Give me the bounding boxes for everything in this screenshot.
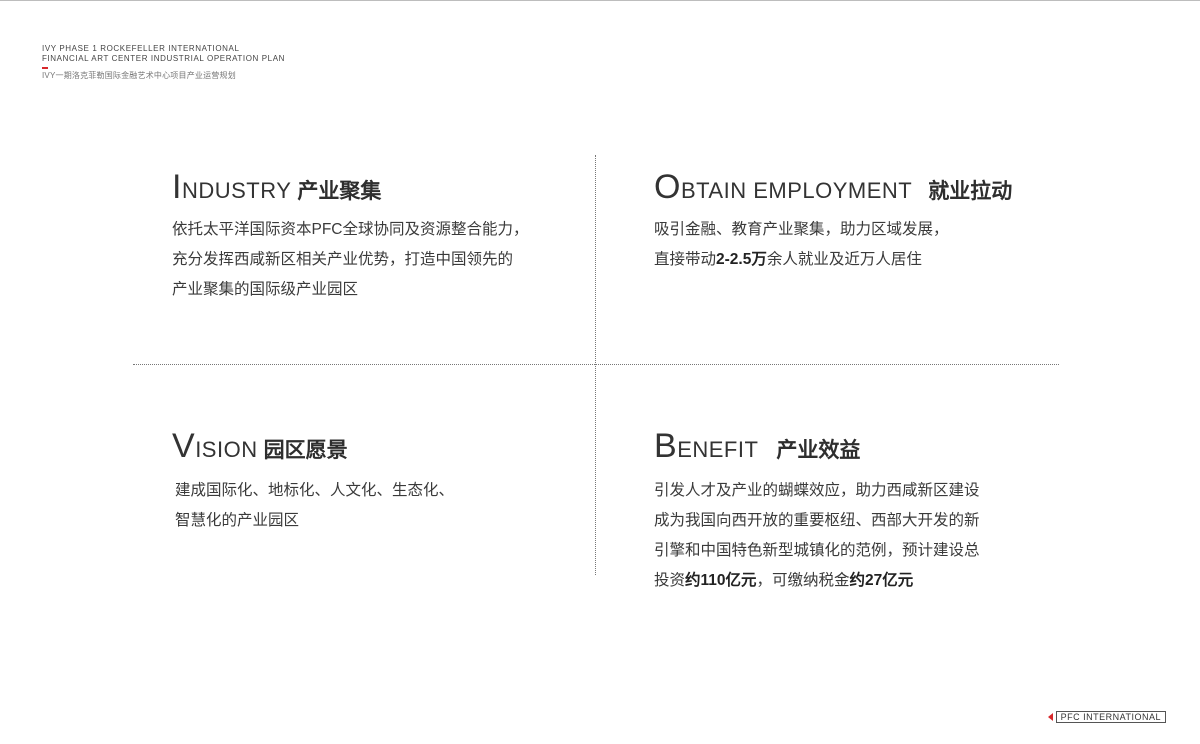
header-accent-mark — [42, 67, 48, 69]
section-benefit: B ENEFIT 产业效益 引发人才及产业的蝴蝶效应，助力西咸新区建设 成为我国… — [654, 427, 980, 596]
body-line: 产业聚集的国际级产业园区 — [172, 281, 359, 298]
section-industry: I NDUSTRY 产业聚集 依托太平洋国际资本PFC全球协同及资源整合能力， … — [172, 168, 529, 305]
section-vision: V ISION 园区愿景 建成国际化、地标化、人文化、生态化、 智慧化的产业园区 — [172, 427, 454, 536]
top-rule — [0, 0, 1200, 1]
title-chinese: 就业拉动 — [928, 180, 1013, 203]
header-line-3: IVY一期洛克菲勒国际金融艺术中心项目产业运营规划 — [42, 71, 236, 80]
body-line: 建成国际化、地标化、人文化、生态化、 — [175, 482, 455, 499]
section-body: 引发人才及产业的蝴蝶效应，助力西咸新区建设 成为我国向西开放的重要枢纽、西部大开… — [654, 476, 980, 596]
section-body: 依托太平洋国际资本PFC全球协同及资源整合能力， 充分发挥西咸新区相关产业优势，… — [172, 215, 529, 305]
header-line-2: FINANCIAL ART CENTER INDUSTRIAL OPERATIO… — [42, 54, 286, 63]
body-line: 吸引金融、教育产业聚集，助力区域发展， — [654, 221, 949, 238]
highlight-figure: 约110亿元 — [685, 572, 757, 589]
title-english: ENEFIT — [677, 437, 759, 462]
footer-label: PFC INTERNATIONAL — [1055, 711, 1166, 723]
title-chinese: 产业效益 — [776, 439, 861, 462]
title-english: ISION — [195, 437, 258, 462]
header-line-1: IVY PHASE 1 ROCKEFELLER INTERNATIONAL — [42, 44, 240, 53]
title-initial: B — [654, 427, 678, 465]
section-title: B ENEFIT 产业效益 — [654, 427, 980, 466]
title-initial: V — [172, 427, 196, 465]
section-title: I NDUSTRY 产业聚集 — [172, 168, 529, 207]
section-body: 建成国际化、地标化、人文化、生态化、 智慧化的产业园区 — [175, 476, 454, 536]
title-initial: I — [172, 168, 182, 206]
body-line: 引发人才及产业的蝴蝶效应，助力西咸新区建设 — [654, 482, 980, 499]
title-english: NDUSTRY — [181, 178, 292, 203]
body-line: 引擎和中国特色新型城镇化的范例，预计建设总 — [654, 542, 980, 559]
section-employment: O BTAIN EMPLOYMENT 就业拉动 吸引金融、教育产业聚集，助力区域… — [654, 168, 1012, 275]
title-chinese: 产业聚集 — [297, 180, 382, 203]
body-text: 直接带动 — [654, 251, 717, 268]
highlight-figure: 约27亿元 — [849, 572, 914, 589]
footer-brand: PFC INTERNATIONAL — [1047, 711, 1166, 723]
title-english: BTAIN EMPLOYMENT — [680, 178, 913, 203]
title-initial: O — [654, 168, 681, 206]
document-header: IVY PHASE 1 ROCKEFELLER INTERNATIONAL FI… — [42, 44, 285, 81]
body-text: 投资 — [654, 572, 686, 589]
body-text: ，可缴纳税金 — [756, 572, 850, 589]
body-line: 智慧化的产业园区 — [175, 512, 300, 529]
body-text: 余人就业及近万人居住 — [766, 251, 922, 268]
body-line: 直接带动2-2.5万余人就业及近万人居住 — [654, 245, 1012, 275]
section-body: 吸引金融、教育产业聚集，助力区域发展， 直接带动2-2.5万余人就业及近万人居住 — [654, 215, 1012, 275]
title-chinese: 园区愿景 — [263, 439, 348, 462]
section-title: O BTAIN EMPLOYMENT 就业拉动 — [654, 168, 1012, 207]
highlight-figure: 2-2.5万 — [716, 251, 767, 268]
vertical-divider — [595, 155, 596, 575]
body-line: 依托太平洋国际资本PFC全球协同及资源整合能力， — [172, 221, 529, 238]
body-line: 充分发挥西咸新区相关产业优势，打造中国领先的 — [172, 251, 514, 268]
body-line: 成为我国向西开放的重要枢纽、西部大开发的新 — [654, 512, 980, 529]
body-line: 投资约110亿元，可缴纳税金约27亿元 — [654, 566, 980, 596]
red-triangle-icon — [1047, 713, 1053, 721]
horizontal-divider — [133, 364, 1059, 365]
section-title: V ISION 园区愿景 — [172, 427, 454, 466]
